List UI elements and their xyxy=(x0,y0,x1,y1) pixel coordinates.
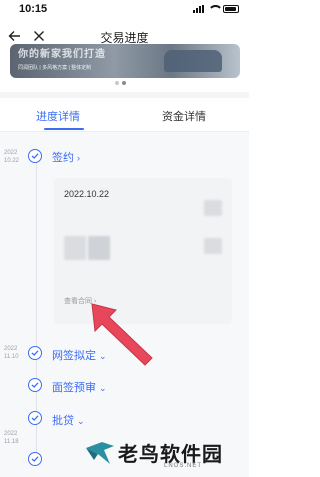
status-time: 10:15 xyxy=(19,3,48,15)
chevron-down-icon: ⌄ xyxy=(77,416,85,426)
banner-title: 你的新家我们打造 xyxy=(18,49,106,60)
promo-banner[interactable]: 你的新家我们打造 同润团队 | 多风格方案 | 整体定制 xyxy=(10,44,240,78)
step-date: 2022 10.22 xyxy=(4,150,20,164)
tab-progress-details[interactable]: 进度详情 xyxy=(36,108,80,124)
step-date: 2022 11.18 xyxy=(4,431,19,445)
banner-pagination xyxy=(115,81,126,85)
chevron-right-icon: › xyxy=(77,153,80,163)
redacted-block xyxy=(88,236,110,260)
redacted-block xyxy=(64,236,86,260)
chevron-down-icon: ⌄ xyxy=(99,383,107,393)
banner-subtitle: 同润团队 | 多风格方案 | 整体定制 xyxy=(18,65,92,71)
step-date: 2022 11.10 xyxy=(4,346,19,360)
step-interview-review[interactable]: 面签预审 ⌄ xyxy=(52,379,107,395)
redacted-block xyxy=(204,200,222,216)
step-check-icon xyxy=(28,346,42,360)
signing-date: 2022.10.22 xyxy=(64,189,110,199)
bird-logo-icon xyxy=(86,442,114,464)
step-check-icon xyxy=(28,149,42,163)
status-icons xyxy=(193,5,239,13)
pagination-dot xyxy=(115,81,119,85)
watermark-domain: LNOS.NET xyxy=(164,463,203,469)
tab-bar: 进度详情 资金详情 xyxy=(0,98,249,132)
signal-icon xyxy=(193,5,204,13)
annotation-arrow-icon xyxy=(91,303,153,366)
step-label: 批贷 xyxy=(52,415,74,427)
step-label: 面签预审 xyxy=(52,382,96,394)
step-loan-approval[interactable]: 批贷 ⌄ xyxy=(52,412,85,428)
pagination-dot-active xyxy=(122,81,126,85)
tab-fund-details[interactable]: 资金详情 xyxy=(162,108,206,124)
redacted-block xyxy=(204,238,222,254)
active-tab-indicator xyxy=(44,128,84,130)
step-signing[interactable]: 签约 › xyxy=(52,149,80,165)
wifi-icon xyxy=(208,5,223,13)
step-label: 签约 xyxy=(52,152,74,164)
banner-image xyxy=(164,50,222,72)
status-bar: 10:15 xyxy=(0,0,249,20)
battery-icon xyxy=(223,5,239,13)
watermark: 老鸟软件园 LNOS.NET xyxy=(68,436,248,474)
step-check-icon xyxy=(28,452,42,466)
step-check-icon xyxy=(28,378,42,392)
step-check-icon xyxy=(28,411,42,425)
